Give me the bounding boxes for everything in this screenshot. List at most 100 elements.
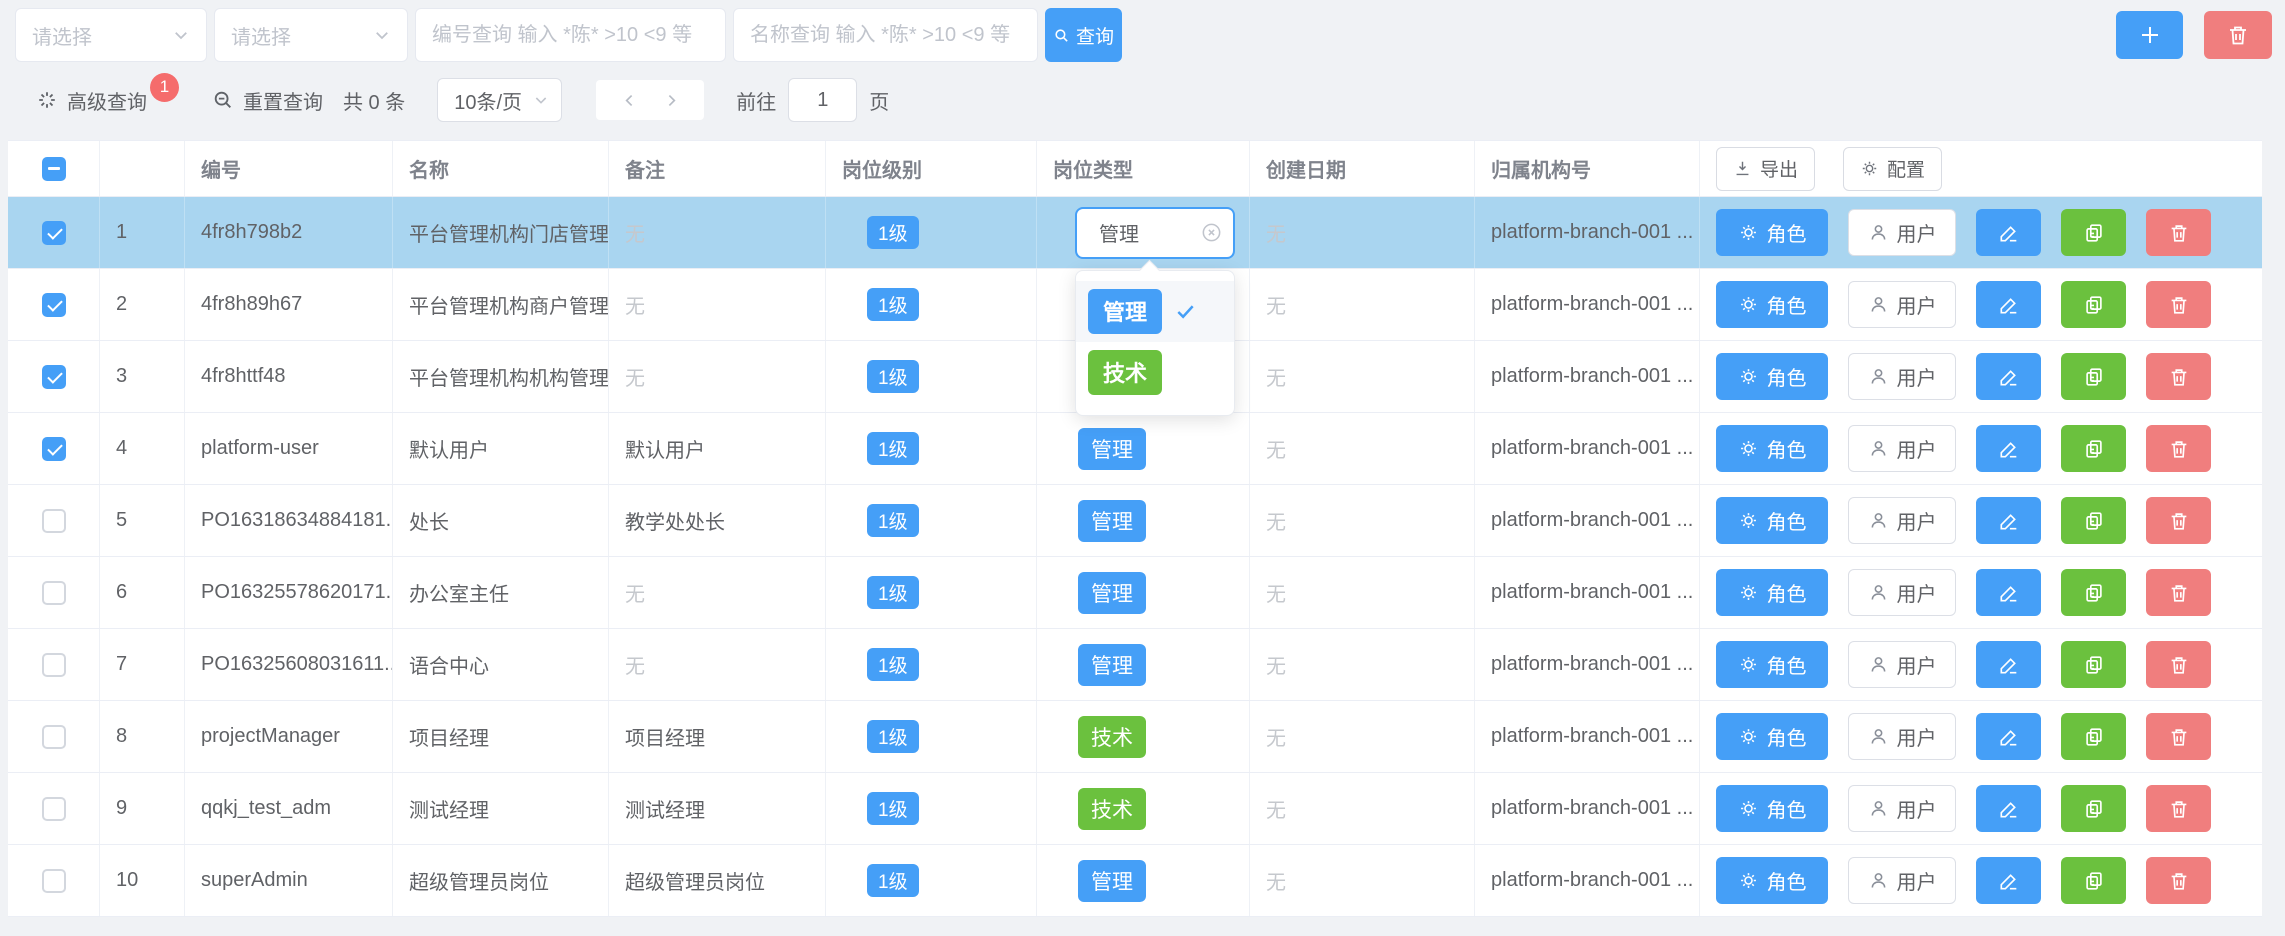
user-button[interactable]: 用户 — [1848, 713, 1956, 760]
user-button[interactable]: 用户 — [1848, 281, 1956, 328]
row-name: 平台管理机构机构管理 — [409, 362, 608, 391]
role-button[interactable]: 角色 — [1716, 785, 1828, 832]
row-code: 4fr8h89h67 — [201, 293, 392, 316]
edit-button[interactable] — [1976, 569, 2041, 616]
copy-button[interactable] — [2061, 497, 2126, 544]
role-button[interactable]: 角色 — [1716, 209, 1828, 256]
row-checkbox[interactable] — [42, 869, 66, 893]
delete-button[interactable] — [2146, 425, 2211, 472]
user-button[interactable]: 用户 — [1848, 425, 1956, 472]
copy-button[interactable] — [2061, 641, 2126, 688]
role-button[interactable]: 角色 — [1716, 641, 1828, 688]
search-button[interactable]: 查询 — [1045, 8, 1122, 62]
user-button[interactable]: 用户 — [1848, 857, 1956, 904]
role-button[interactable]: 角色 — [1716, 713, 1828, 760]
user-button[interactable]: 用户 — [1848, 785, 1956, 832]
delete-button[interactable] — [2146, 641, 2211, 688]
delete-selected-button[interactable] — [2204, 11, 2272, 59]
copy-button[interactable] — [2061, 857, 2126, 904]
role-button[interactable]: 角色 — [1716, 353, 1828, 400]
row-type-cell: 管理 — [1037, 629, 1250, 700]
code-search-input[interactable] — [415, 8, 726, 62]
edit-button[interactable] — [1976, 353, 2041, 400]
row-checkbox[interactable] — [42, 581, 66, 605]
position-type-select[interactable]: 管理 — [1075, 207, 1235, 259]
gear-icon — [1738, 510, 1759, 531]
role-button[interactable]: 角色 — [1716, 857, 1828, 904]
edit-button[interactable] — [1976, 785, 2041, 832]
row-checkbox[interactable] — [42, 725, 66, 749]
row-code: 4fr8h798b2 — [201, 221, 392, 244]
row-checkbox[interactable] — [42, 653, 66, 677]
row-index: 9 — [116, 797, 127, 820]
row-type-cell: 管理 — [1037, 845, 1250, 916]
edit-button[interactable] — [1976, 281, 2041, 328]
copy-button[interactable] — [2061, 785, 2126, 832]
delete-button[interactable] — [2146, 785, 2211, 832]
page-size-select[interactable]: 10条/页 — [437, 78, 562, 122]
copy-button[interactable] — [2061, 281, 2126, 328]
edit-button[interactable] — [1976, 425, 2041, 472]
trash-icon — [2168, 510, 2190, 532]
role-button[interactable]: 角色 — [1716, 281, 1828, 328]
row-checkbox[interactable] — [42, 221, 66, 245]
row-checkbox[interactable] — [42, 509, 66, 533]
goto-page-input[interactable] — [788, 78, 857, 122]
prev-page-button[interactable] — [621, 92, 638, 109]
delete-button[interactable] — [2146, 857, 2211, 904]
clear-icon[interactable] — [1200, 221, 1223, 244]
edit-button[interactable] — [1976, 209, 2041, 256]
person-icon — [1868, 510, 1889, 531]
next-page-button[interactable] — [663, 92, 680, 109]
row-checkbox[interactable] — [42, 293, 66, 317]
row-checkbox[interactable] — [42, 437, 66, 461]
user-button[interactable]: 用户 — [1848, 641, 1956, 688]
edit-button[interactable] — [1976, 641, 2041, 688]
column-header-name: 名称 — [393, 141, 609, 196]
trash-icon — [2168, 294, 2190, 316]
delete-button[interactable] — [2146, 569, 2211, 616]
table-body: 1 4fr8h798b2 平台管理机构门店管理 无 1级 管理 管理 技术 无 … — [8, 197, 2262, 917]
advanced-query-toggle[interactable]: 高级查询 — [36, 86, 147, 115]
copy-button[interactable] — [2061, 209, 2126, 256]
user-button[interactable]: 用户 — [1848, 569, 1956, 616]
row-created: 无 — [1266, 434, 1286, 463]
filter-select-2-placeholder: 请选择 — [231, 21, 291, 50]
copy-icon — [2083, 582, 2105, 604]
role-button[interactable]: 角色 — [1716, 569, 1828, 616]
select-all-checkbox[interactable] — [42, 157, 66, 181]
copy-button[interactable] — [2061, 425, 2126, 472]
copy-icon — [2083, 366, 2105, 388]
filter-select-2[interactable]: 请选择 — [214, 8, 408, 62]
row-checkbox[interactable] — [42, 365, 66, 389]
row-checkbox[interactable] — [42, 797, 66, 821]
delete-button[interactable] — [2146, 713, 2211, 760]
pagination-toolbar: 高级查询 1 重置查询 共 0 条 10条/页 前往 页 — [36, 78, 2285, 122]
user-button[interactable]: 用户 — [1848, 209, 1956, 256]
download-icon — [1733, 159, 1752, 178]
name-search-input[interactable] — [733, 8, 1038, 62]
user-button[interactable]: 用户 — [1848, 353, 1956, 400]
role-button[interactable]: 角色 — [1716, 425, 1828, 472]
edit-button[interactable] — [1976, 497, 2041, 544]
edit-button[interactable] — [1976, 857, 2041, 904]
filter-select-1[interactable]: 请选择 — [15, 8, 207, 62]
role-button[interactable]: 角色 — [1716, 497, 1828, 544]
delete-button[interactable] — [2146, 281, 2211, 328]
edit-button[interactable] — [1976, 713, 2041, 760]
add-button[interactable] — [2116, 11, 2183, 59]
config-button[interactable]: 配置 — [1843, 147, 1942, 191]
dropdown-option-manage[interactable]: 管理 — [1076, 281, 1234, 342]
delete-button[interactable] — [2146, 497, 2211, 544]
position-type-tag: 管理 — [1078, 572, 1146, 614]
dropdown-option-tech[interactable]: 技术 — [1076, 342, 1234, 403]
export-button[interactable]: 导出 — [1716, 147, 1815, 191]
copy-button[interactable] — [2061, 353, 2126, 400]
reset-query-button[interactable]: 重置查询 — [212, 86, 323, 115]
delete-button[interactable] — [2146, 209, 2211, 256]
copy-button[interactable] — [2061, 713, 2126, 760]
copy-button[interactable] — [2061, 569, 2126, 616]
row-org: platform-branch-001 ... — [1491, 797, 1699, 820]
user-button[interactable]: 用户 — [1848, 497, 1956, 544]
delete-button[interactable] — [2146, 353, 2211, 400]
